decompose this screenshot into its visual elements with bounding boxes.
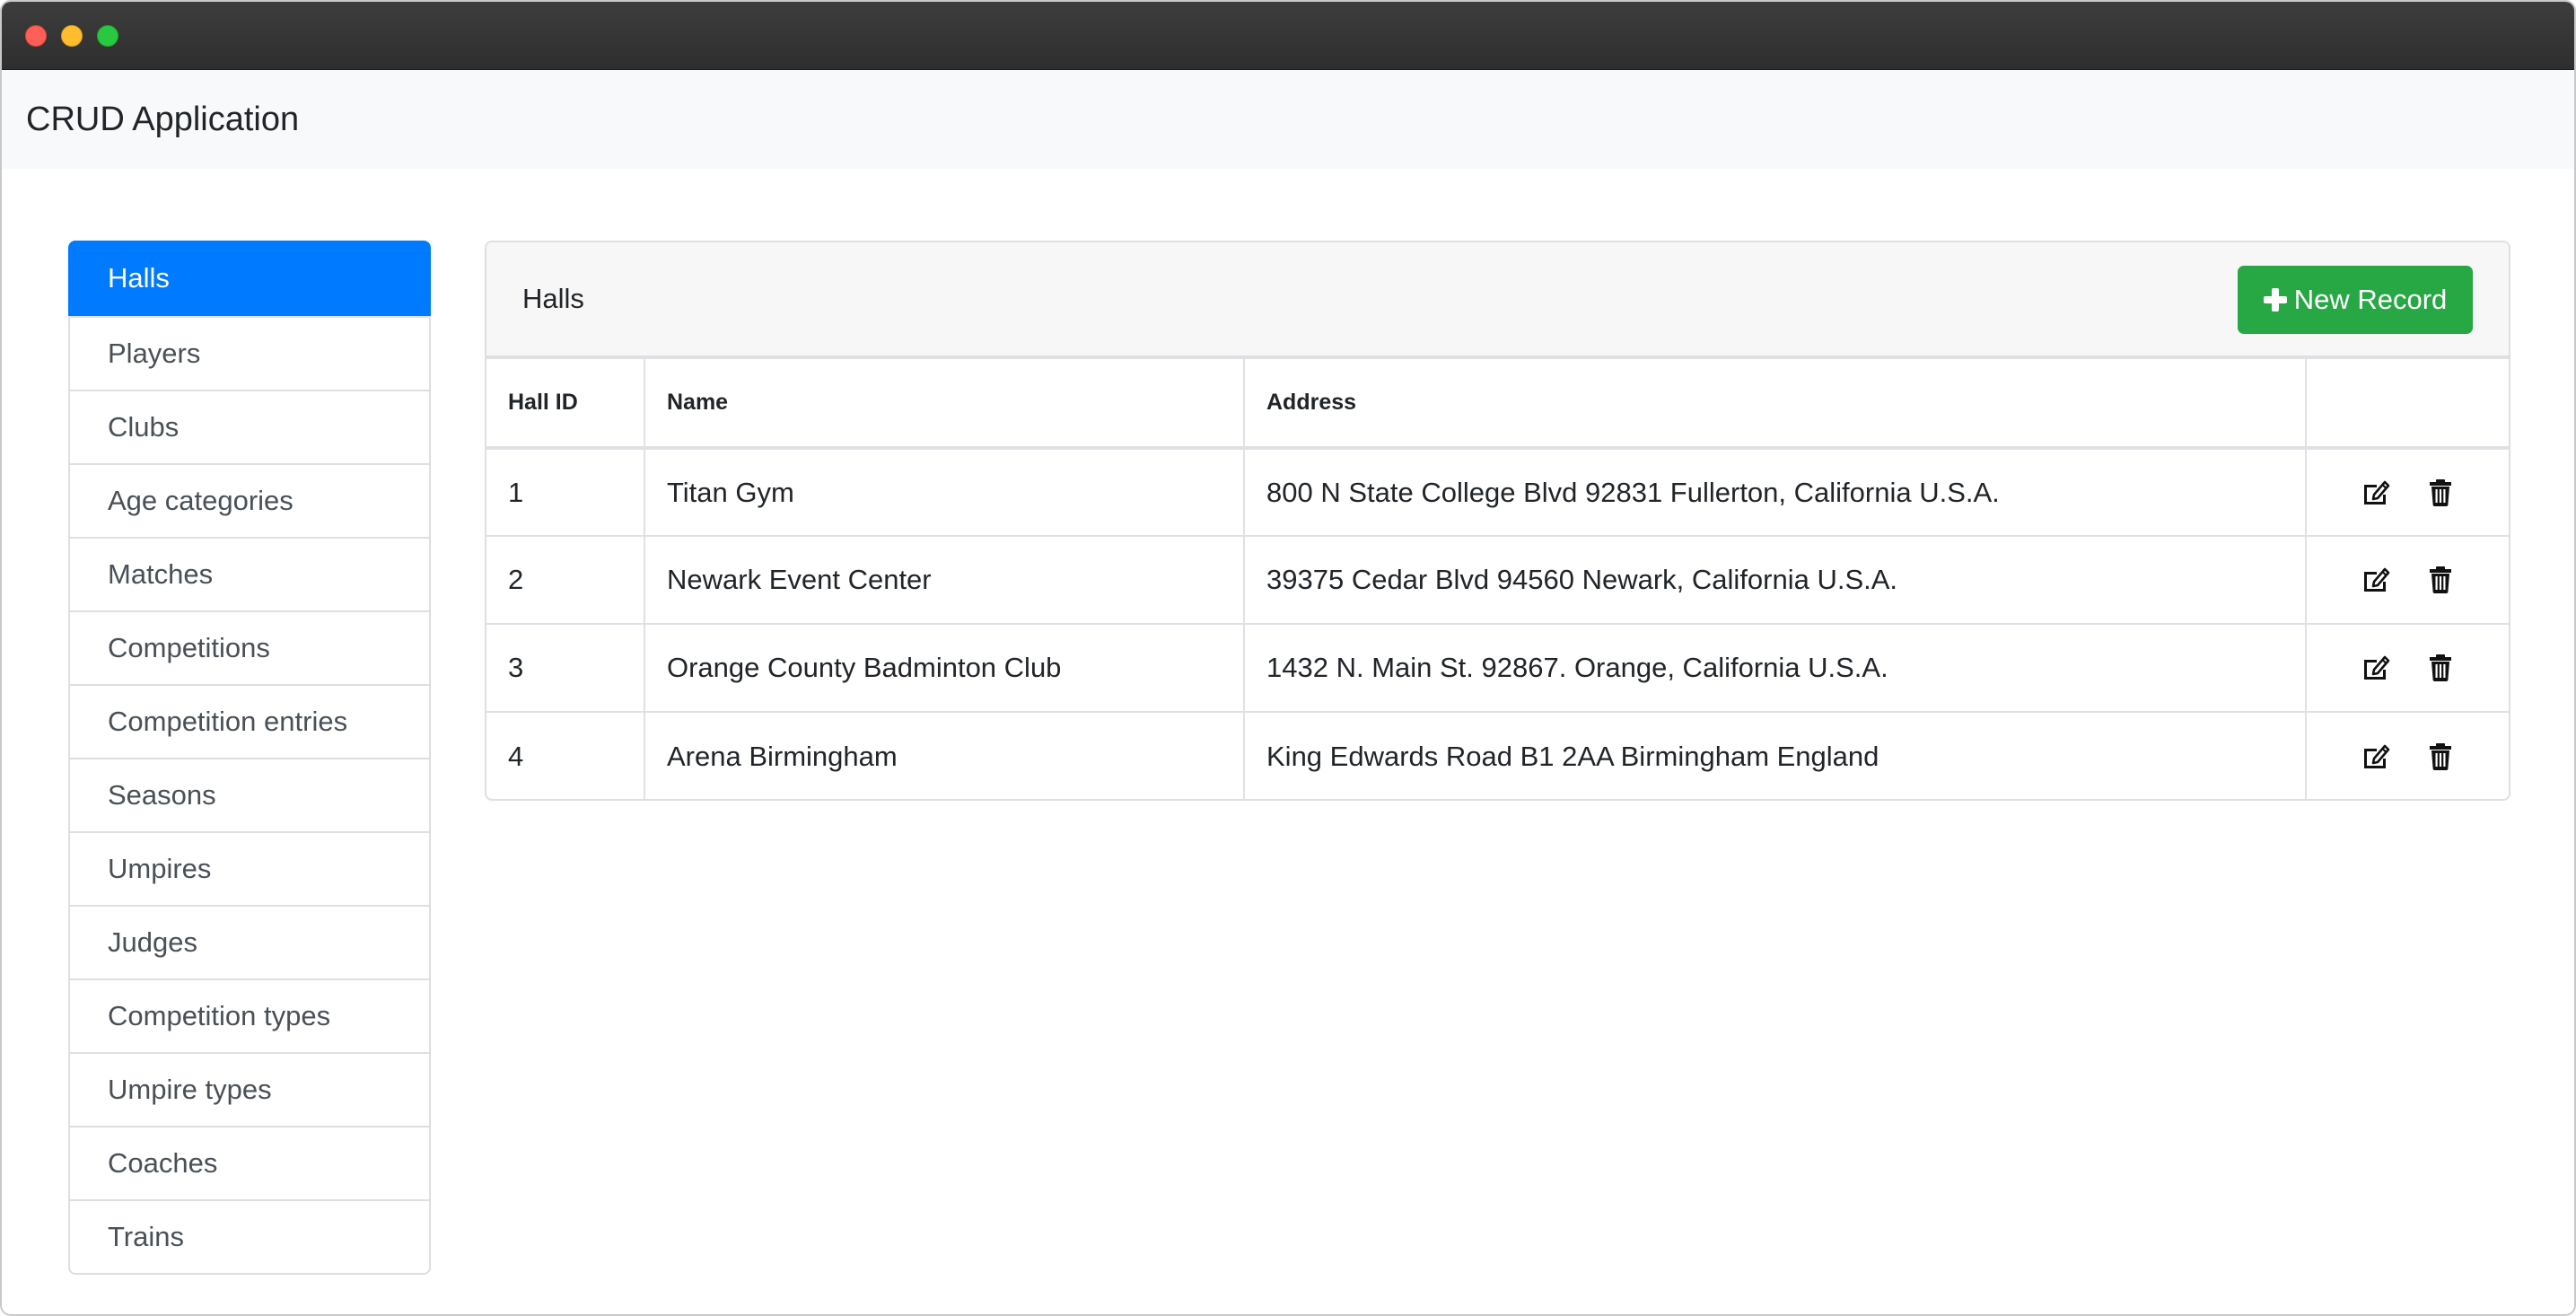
sidebar-item-competition-types[interactable]: Competition types: [70, 978, 429, 1052]
sidebar-item-competitions[interactable]: Competitions: [70, 610, 429, 684]
sidebar-item-age-categories[interactable]: Age categories: [70, 463, 429, 537]
cell-name: Newark Event Center: [644, 535, 1245, 625]
cell-name: Arena Birmingham: [644, 711, 1245, 799]
minimize-window-button[interactable]: [61, 25, 83, 47]
trash-icon[interactable]: [2426, 566, 2455, 594]
sidebar-item-trains[interactable]: Trains: [70, 1199, 429, 1273]
navbar: CRUD Application: [2, 70, 2574, 169]
cell-address: 800 N State College Blvd 92831 Fullerton…: [1243, 447, 2307, 537]
sidebar: Halls Players Clubs Age categories Match…: [68, 241, 431, 1275]
cell-name: Orange County Badminton Club: [644, 623, 1245, 713]
sidebar-item-halls[interactable]: Halls: [68, 241, 431, 316]
cell-actions: [2305, 447, 2509, 537]
row-actions: [2308, 742, 2509, 771]
edit-icon[interactable]: [2361, 742, 2390, 771]
card-header: Halls New Record: [486, 242, 2509, 357]
row-actions: [2308, 566, 2509, 594]
navbar-brand[interactable]: CRUD Application: [26, 99, 299, 140]
cell-hall-id: 4: [486, 711, 645, 799]
cell-actions: [2305, 535, 2509, 625]
column-header-actions: [2305, 357, 2509, 450]
table-header-row: Hall ID Name Address: [486, 357, 2509, 450]
sidebar-item-seasons[interactable]: Seasons: [70, 758, 429, 831]
halls-table: Hall ID Name Address 1 Titan Gym 800 N Sta…: [486, 357, 2509, 799]
sidebar-item-umpire-types[interactable]: Umpire types: [70, 1052, 429, 1126]
edit-icon[interactable]: [2361, 566, 2390, 594]
sidebar-item-judges[interactable]: Judges: [70, 905, 429, 978]
sidebar-item-coaches[interactable]: Coaches: [70, 1126, 429, 1199]
row-actions: [2308, 478, 2509, 507]
cell-hall-id: 3: [486, 623, 645, 713]
new-record-label: New Record: [2293, 284, 2448, 315]
plus-icon: [2263, 288, 2287, 311]
cell-address: 1432 N. Main St. 92867. Orange, Californ…: [1243, 623, 2307, 713]
cell-hall-id: 2: [486, 535, 645, 625]
card-title: Halls: [522, 283, 584, 314]
table-row: 4 Arena Birmingham King Edwards Road B1 2A…: [486, 711, 2509, 799]
close-window-button[interactable]: [25, 25, 47, 47]
table-row: 1 Titan Gym 800 N State College Blvd 92831…: [486, 447, 2509, 537]
trash-icon[interactable]: [2426, 654, 2455, 682]
cell-name: Titan Gym: [644, 447, 1245, 537]
trash-icon[interactable]: [2426, 478, 2455, 507]
table-row: 3 Orange County Badminton Club 1432 N. Mai…: [486, 623, 2509, 713]
maximize-window-button[interactable]: [97, 25, 118, 47]
cell-address: King Edwards Road B1 2AA Birmingham Engl…: [1243, 711, 2307, 799]
column-header-address: Address: [1243, 357, 2307, 450]
title-bar: [2, 2, 2574, 70]
cell-actions: [2305, 623, 2509, 713]
edit-icon[interactable]: [2361, 654, 2390, 682]
table-row: 2 Newark Event Center 39375 Cedar Blvd 945…: [486, 535, 2509, 625]
column-header-hall-id: Hall ID: [486, 357, 645, 450]
trash-icon[interactable]: [2426, 742, 2455, 771]
edit-icon[interactable]: [2361, 478, 2390, 507]
sidebar-item-competition-entries[interactable]: Competition entries: [70, 684, 429, 758]
column-header-name: Name: [644, 357, 1245, 450]
sidebar-item-matches[interactable]: Matches: [70, 537, 429, 610]
sidebar-item-umpires[interactable]: Umpires: [70, 831, 429, 905]
cell-actions: [2305, 711, 2509, 799]
cell-hall-id: 1: [486, 447, 645, 537]
sidebar-item-clubs[interactable]: Clubs: [70, 390, 429, 463]
sidebar-item-players[interactable]: Players: [70, 316, 429, 390]
app-window: CRUD Application Halls Players Clubs Age…: [0, 0, 2576, 1316]
row-actions: [2308, 654, 2509, 682]
cell-address: 39375 Cedar Blvd 94560 Newark, Californi…: [1243, 535, 2307, 625]
new-record-button[interactable]: New Record: [2238, 266, 2473, 334]
halls-card: Halls New Record Hall ID Name Address 1 …: [485, 241, 2510, 801]
